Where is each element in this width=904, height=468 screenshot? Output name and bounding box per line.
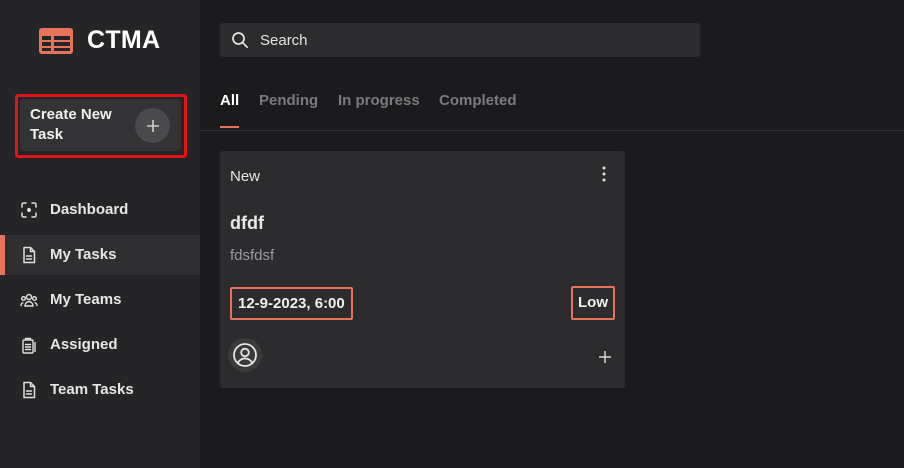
active-tab-indicator (220, 126, 239, 128)
tab-completed[interactable]: Completed (439, 92, 517, 109)
sidebar-item-my-tasks[interactable]: My Tasks (0, 235, 200, 275)
search-icon (232, 32, 249, 49)
clipboard-icon (22, 337, 36, 354)
tab-pending[interactable]: Pending (259, 92, 318, 109)
search-input[interactable] (260, 23, 690, 57)
sidebar-item-label: Assigned (50, 336, 118, 353)
create-task-label: Create New Task (30, 106, 112, 143)
create-new-task-button[interactable]: Create New Task (20, 99, 181, 151)
sidebar-item-label: Dashboard (50, 201, 129, 218)
sidebar-item-dashboard[interactable]: Dashboard (0, 190, 200, 230)
plus-icon (135, 108, 170, 143)
document-icon (23, 381, 36, 399)
more-options-icon[interactable] (598, 165, 610, 183)
sidebar-item-team-tasks[interactable]: Team Tasks (0, 370, 200, 410)
table-logo-icon (39, 27, 73, 54)
sidebar: CTMA Create New Task Dashboard My Tasks (0, 0, 200, 468)
sidebar-item-label: My Tasks (50, 246, 117, 263)
task-due-date: 12-9-2023, 6:00 (230, 287, 353, 320)
task-status: New (230, 168, 261, 185)
add-assignee-icon[interactable] (598, 350, 612, 364)
sidebar-item-assigned[interactable]: Assigned (0, 325, 200, 365)
app-logo[interactable]: CTMA (38, 26, 160, 55)
tab-all[interactable]: All (220, 92, 239, 109)
assignee-avatar[interactable] (228, 338, 262, 372)
task-card[interactable]: New dfdf fdsfdsf 12-9-2023, 6:00 Low (220, 151, 625, 388)
sidebar-item-label: Team Tasks (50, 381, 134, 398)
task-description: fdsfdsf (230, 247, 275, 264)
user-icon (233, 343, 257, 367)
sidebar-item-my-teams[interactable]: My Teams (0, 280, 200, 320)
dashboard-icon (21, 202, 37, 218)
tab-in-progress[interactable]: In progress (338, 92, 420, 109)
task-title: dfdf (230, 213, 264, 233)
app-name: CTMA (87, 26, 161, 54)
sidebar-item-label: My Teams (50, 291, 122, 308)
search-bar[interactable] (220, 23, 700, 57)
task-priority-badge: Low (571, 286, 615, 320)
document-icon (23, 246, 36, 264)
tabs-divider (200, 130, 904, 131)
team-icon (20, 293, 38, 307)
